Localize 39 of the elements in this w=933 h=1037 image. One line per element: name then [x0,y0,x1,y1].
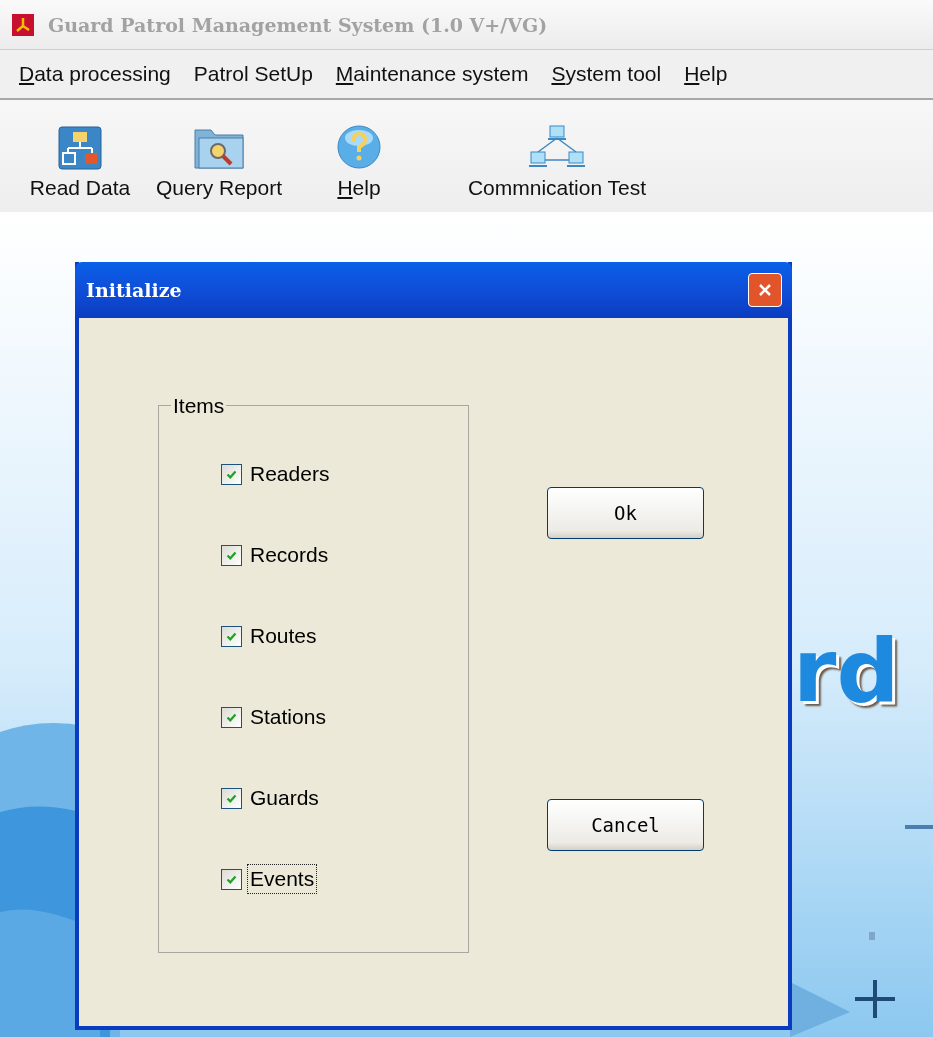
checkbox[interactable] [221,868,242,890]
checkbox[interactable] [221,787,242,809]
menu-item[interactable]: Help [684,62,728,86]
toolbar-button[interactable]: Read Data [24,126,136,200]
menu-item[interactable]: System tool [551,62,662,86]
toolbar-button[interactable]: Help [329,124,389,200]
checkbox-label[interactable]: Records [247,540,332,570]
close-button[interactable] [748,273,782,307]
check-icon [226,468,237,480]
dialog-button[interactable]: Cancel [547,799,704,851]
network-icon [526,124,588,170]
checkbox-label[interactable]: Routes [247,621,320,651]
dialog-title: Initialize [86,279,182,301]
menu-item[interactable]: Maintenance system [335,62,529,86]
checkbox-label[interactable]: Guards [247,783,322,813]
checkbox[interactable] [221,463,242,485]
check-icon [226,630,237,642]
app-icon [12,13,34,36]
window-title: Guard Patrol Management System (1.0 V+/VG) [48,13,548,36]
check-icon [226,549,237,561]
close-icon [758,283,772,297]
folder-search-icon [191,126,247,170]
toolbar-button[interactable]: Commnication Test [442,124,672,200]
checkbox[interactable] [221,625,242,647]
checkbox-label[interactable]: Events [247,864,318,894]
checkbox[interactable] [221,706,242,728]
toolbar-button[interactable]: Query Report [144,126,294,200]
logo-text: rd [793,627,900,715]
check-icon [226,792,237,804]
dialog-button[interactable]: Ok [547,487,704,539]
check-icon [226,873,237,885]
checkbox-label[interactable]: Stations [247,702,329,732]
help-icon [336,124,382,170]
diagram-icon [58,126,102,170]
checkbox[interactable] [221,544,242,566]
check-icon [226,711,237,723]
checkbox-label[interactable]: Readers [247,459,333,489]
menu-item[interactable]: Data processing [19,62,171,86]
menu-item[interactable]: Patrol SetUp [193,62,313,86]
